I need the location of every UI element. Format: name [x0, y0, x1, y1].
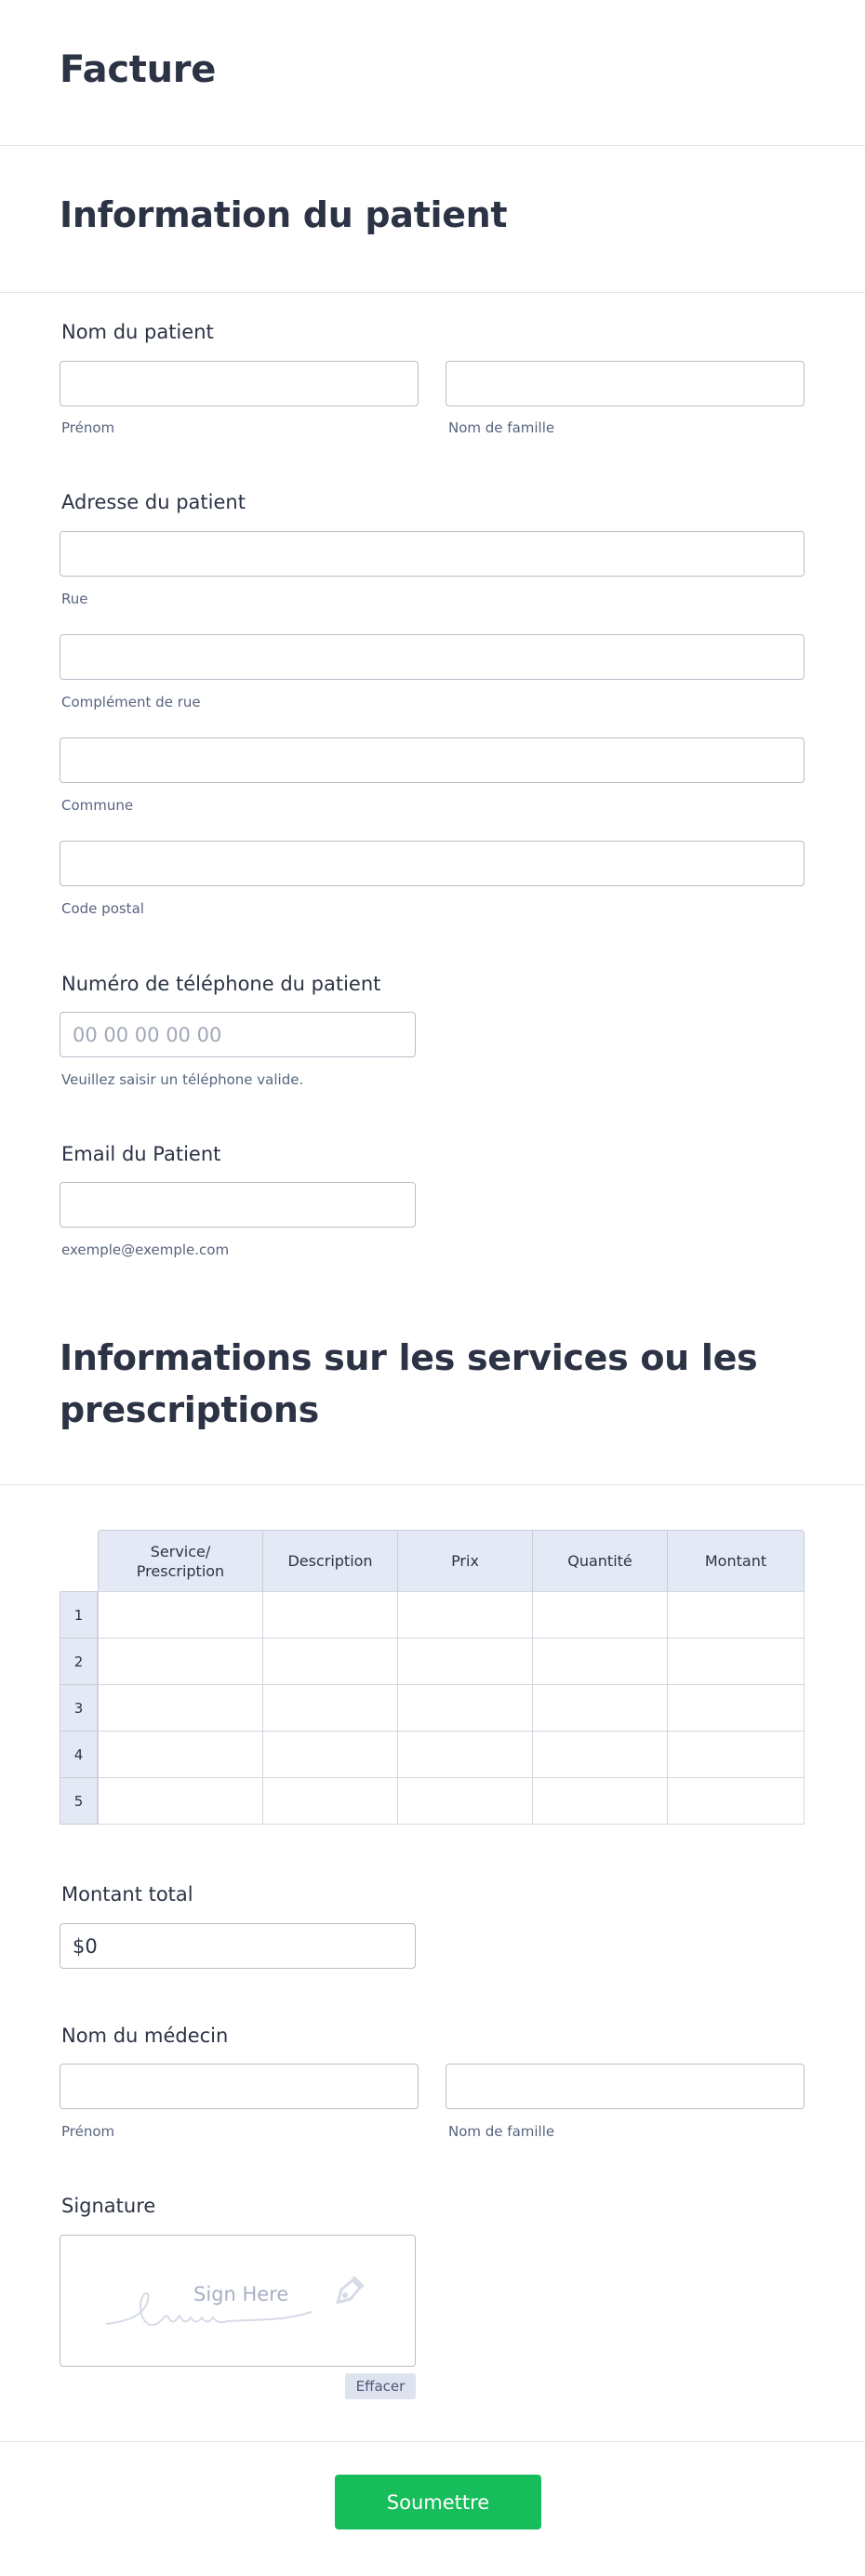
postal-code-input[interactable] — [60, 841, 805, 886]
column-header-quantite: Quantité — [532, 1530, 668, 1592]
submit-button[interactable]: Soumettre — [335, 2475, 541, 2530]
table-cell[interactable] — [397, 1777, 533, 1825]
services-section-header: Informations sur les services ou les pre… — [0, 1302, 865, 1485]
table-cell[interactable] — [397, 1684, 533, 1732]
street2-sublabel: Complément de rue — [61, 694, 201, 710]
patient-last-name-input[interactable] — [446, 361, 805, 406]
services-heading-line1: Informations sur les services ou les — [60, 1337, 758, 1378]
street2-input[interactable] — [60, 634, 805, 680]
row-number: 4 — [60, 1731, 98, 1778]
patient-email-sublabel: exemple@exemple.com — [61, 1242, 230, 1258]
total-amount-field[interactable]: $0 — [60, 1923, 416, 1969]
table-cell[interactable] — [667, 1638, 805, 1685]
table-cell[interactable] — [397, 1731, 533, 1778]
city-input[interactable] — [60, 737, 805, 783]
doctor-first-name-input[interactable] — [60, 2064, 419, 2109]
services-section-heading: Informations sur les services ou les pre… — [60, 1332, 758, 1436]
doctor-name-label: Nom du médecin — [61, 2025, 229, 2047]
table-cell[interactable] — [667, 1684, 805, 1732]
row-number: 2 — [60, 1638, 98, 1685]
patient-email-input[interactable] — [60, 1182, 416, 1228]
table-cell[interactable] — [98, 1777, 263, 1825]
form-title-header: Facture — [0, 0, 865, 146]
street-input[interactable] — [60, 531, 805, 577]
table-cell[interactable] — [397, 1638, 533, 1685]
clear-signature-button[interactable]: Effacer — [345, 2373, 416, 2399]
signature-pad[interactable]: Sign Here — [60, 2235, 416, 2367]
row-number: 5 — [60, 1777, 98, 1825]
street-sublabel: Rue — [61, 591, 88, 607]
table-cell[interactable] — [98, 1638, 263, 1685]
patient-last-name-sublabel: Nom de famille — [448, 419, 555, 436]
footer-divider — [0, 2441, 865, 2442]
patient-name-label: Nom du patient — [61, 321, 214, 343]
patient-first-name-input[interactable] — [60, 361, 419, 406]
city-sublabel: Commune — [61, 797, 134, 814]
column-header-montant: Montant — [667, 1530, 805, 1592]
signature-label: Signature — [61, 2195, 156, 2217]
doctor-first-name-sublabel: Prénom — [61, 2123, 115, 2140]
table-cell[interactable] — [667, 1777, 805, 1825]
column-header-description: Description — [262, 1530, 398, 1592]
table-cell[interactable] — [262, 1777, 398, 1825]
patient-phone-label: Numéro de téléphone du patient — [61, 973, 381, 995]
pen-nib-icon — [336, 2277, 364, 2304]
patient-address-label: Adresse du patient — [61, 491, 246, 513]
table-cell[interactable] — [262, 1684, 398, 1732]
table-cell[interactable] — [262, 1591, 398, 1639]
doctor-last-name-sublabel: Nom de famille — [448, 2123, 555, 2140]
patient-email-label: Email du Patient — [61, 1143, 221, 1165]
column-header-prix: Prix — [397, 1530, 533, 1592]
table-cell[interactable] — [532, 1638, 668, 1685]
postal-code-sublabel: Code postal — [61, 900, 144, 917]
patient-section-header: Information du patient — [0, 146, 865, 293]
table-cell[interactable] — [667, 1731, 805, 1778]
table-cell[interactable] — [98, 1591, 263, 1639]
row-number: 3 — [60, 1684, 98, 1732]
patient-first-name-sublabel: Prénom — [61, 419, 115, 436]
row-number: 1 — [60, 1591, 98, 1639]
total-amount-label: Montant total — [61, 1883, 193, 1905]
table-cell[interactable] — [532, 1684, 668, 1732]
patient-phone-input[interactable]: 00 00 00 00 00 — [60, 1012, 416, 1057]
table-cell[interactable] — [262, 1731, 398, 1778]
patient-phone-sublabel: Veuillez saisir un téléphone valide. — [61, 1071, 304, 1088]
form-title: Facture — [60, 48, 217, 91]
doctor-last-name-input[interactable] — [446, 2064, 805, 2109]
table-cell[interactable] — [532, 1591, 668, 1639]
table-cell[interactable] — [397, 1591, 533, 1639]
column-header-service: Service/ Prescription — [98, 1530, 263, 1592]
table-cell[interactable] — [98, 1731, 263, 1778]
table-cell[interactable] — [532, 1777, 668, 1825]
table-cell[interactable] — [262, 1638, 398, 1685]
patient-section-heading: Information du patient — [60, 194, 508, 235]
services-heading-line2: prescriptions — [60, 1389, 319, 1430]
table-cell[interactable] — [532, 1731, 668, 1778]
table-cell[interactable] — [667, 1591, 805, 1639]
table-cell[interactable] — [98, 1684, 263, 1732]
